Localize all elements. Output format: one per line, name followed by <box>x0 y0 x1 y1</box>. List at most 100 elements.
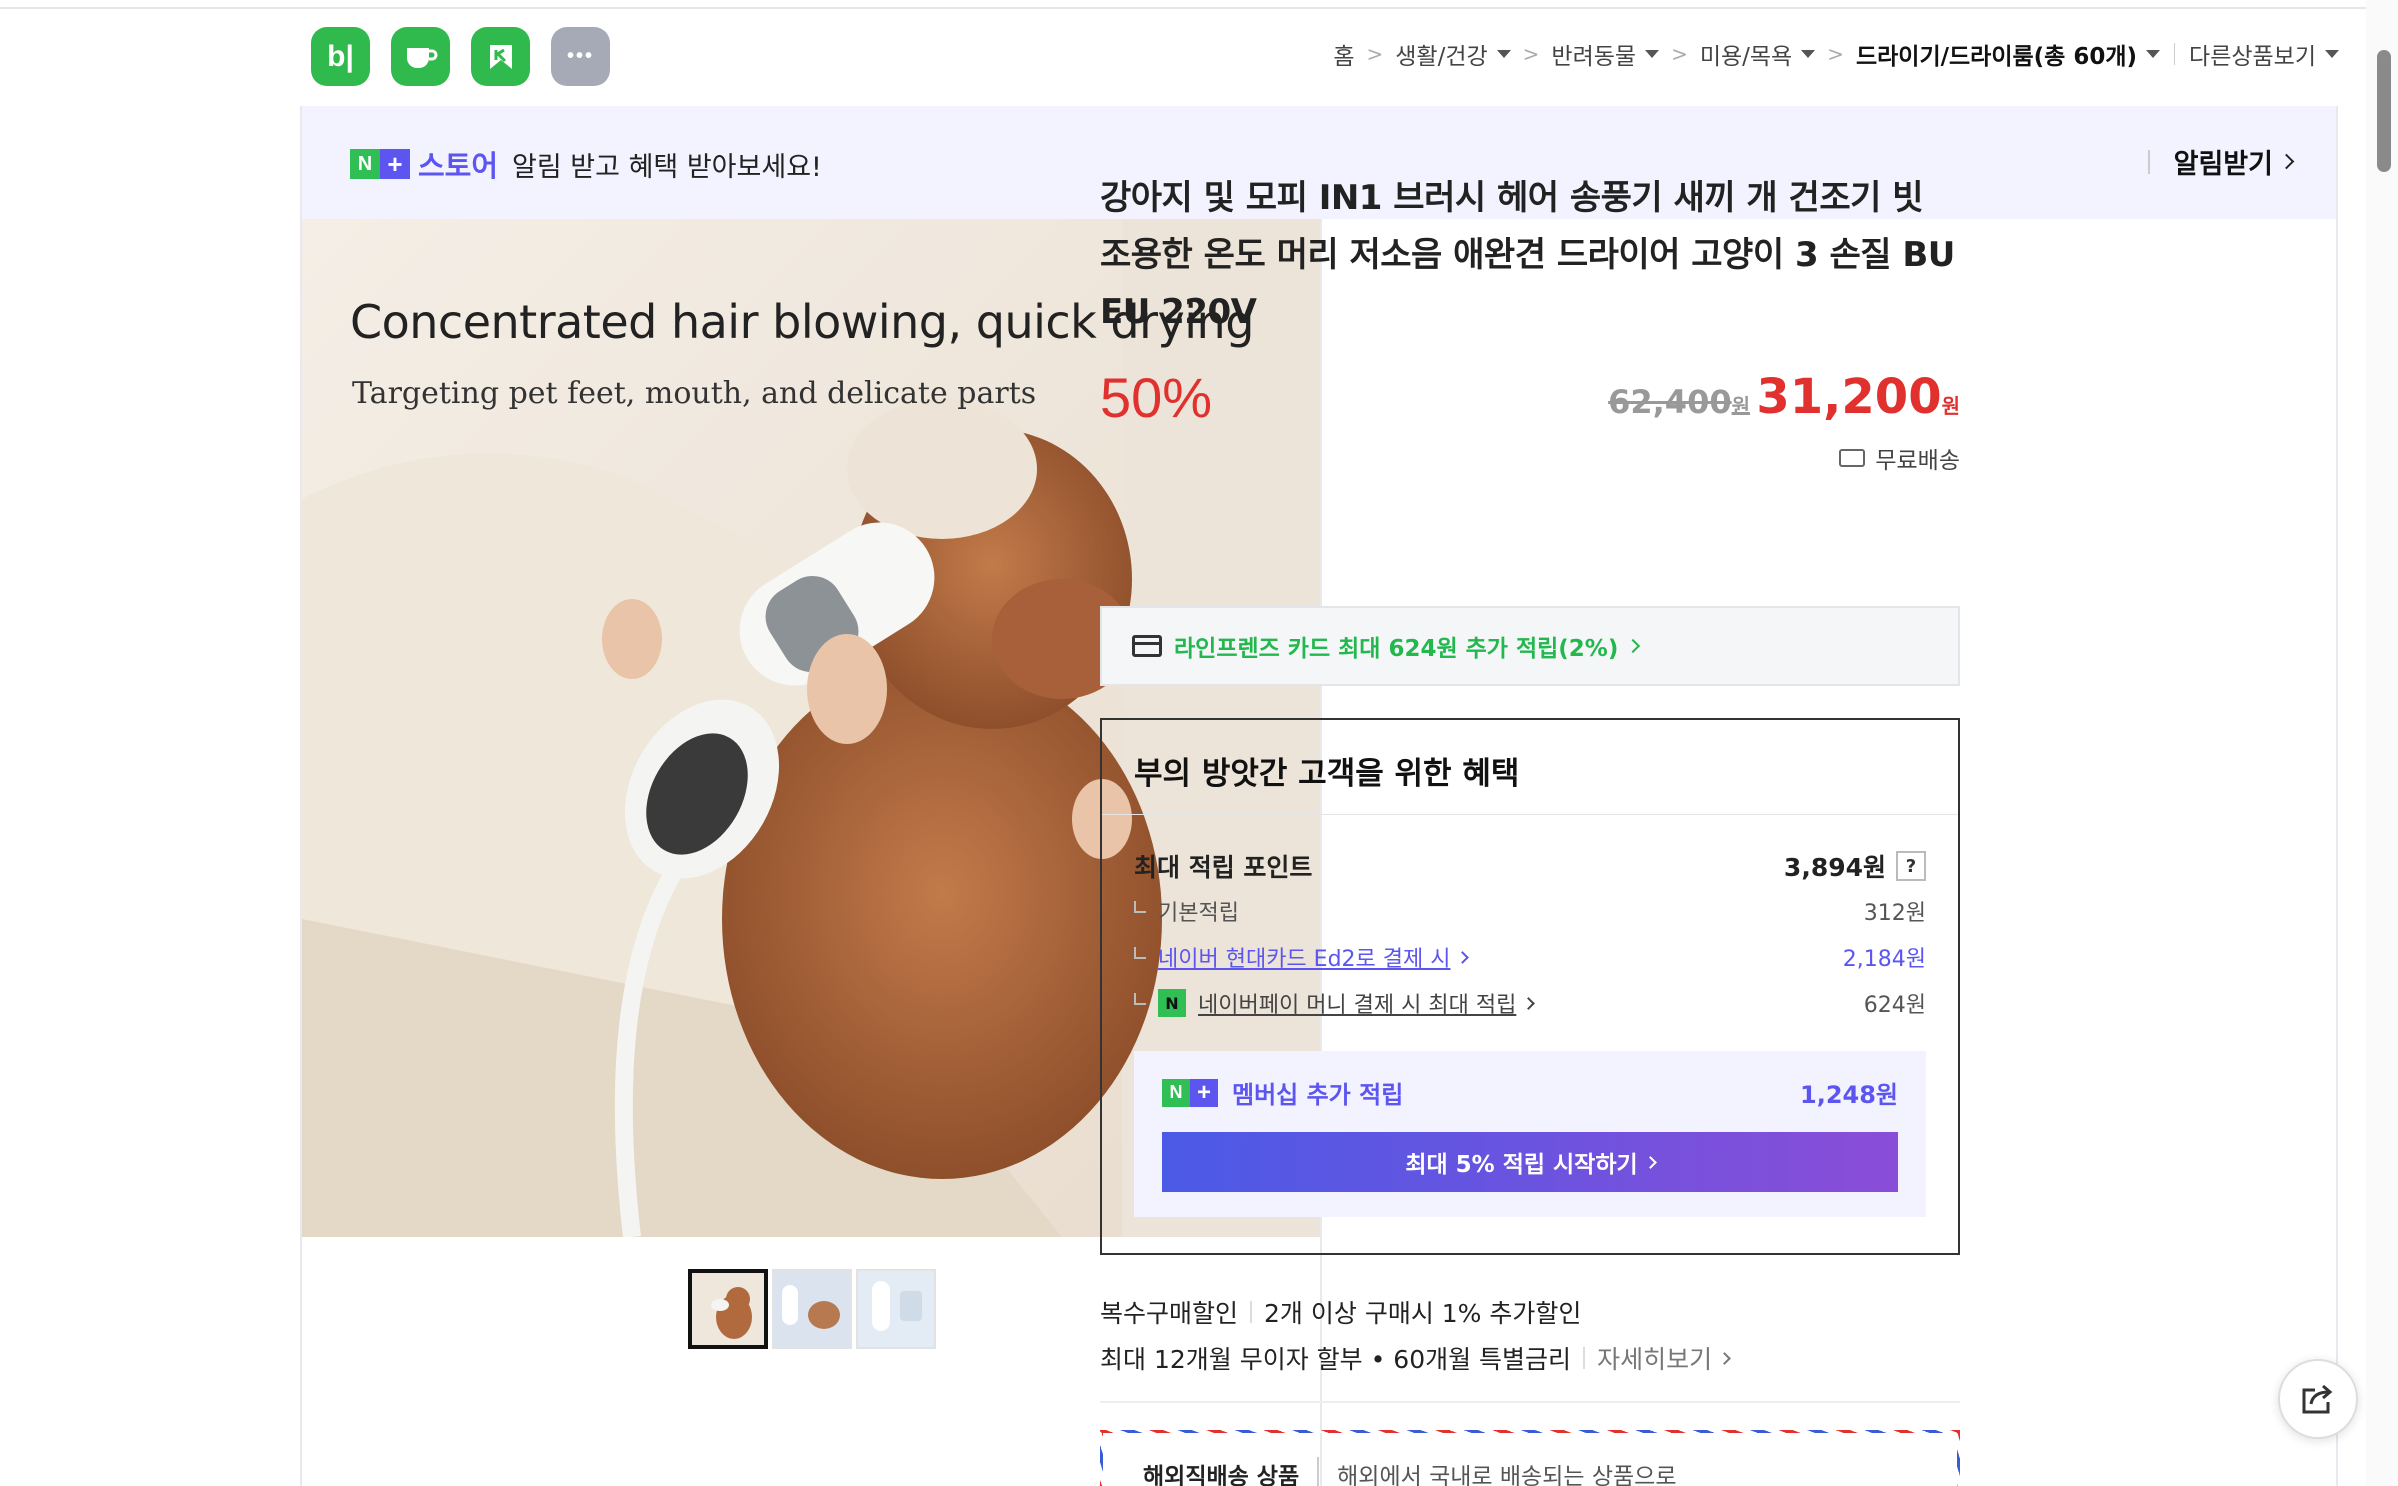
breadcrumb-home-label: 홈 <box>1333 44 1355 70</box>
breadcrumb-label: 생활/건강 <box>1395 44 1488 70</box>
thumbnail-3[interactable] <box>856 1269 936 1349</box>
top-border <box>0 0 2398 9</box>
npay-points-row: N 네이버페이 머니 결제 시 최대 적립 624원 <box>1134 987 1926 1019</box>
shipping-label: 무료배송 <box>1875 448 1960 474</box>
caret-down-icon <box>2325 50 2339 58</box>
breadcrumb-category-2[interactable]: 반려동물 <box>1551 37 1660 71</box>
divider <box>1583 1347 1586 1369</box>
basic-points-label: 기본적립 <box>1158 901 1239 926</box>
overseas-desc: 해외에서 국내로 배송되는 상품으로 <box>1317 1457 1676 1486</box>
banner-message: 알림 받고 혜택 받아보세요! <box>512 151 822 183</box>
subscribe-alert-label: 알림받기 <box>2173 149 2273 180</box>
benefit-title: 부의 방앗간 고객을 위한 혜택 <box>1102 720 1958 815</box>
price-row: 50% 62,400원 31,200원 무료배송 <box>1100 365 1960 474</box>
other-products-label: 다른상품보기 <box>2189 44 2316 70</box>
help-icon[interactable]: ? <box>1896 851 1926 881</box>
page-scrollbar[interactable] <box>2366 0 2398 1486</box>
chevron-right-icon: > <box>1522 42 1540 66</box>
breadcrumb-home[interactable]: 홈 <box>1333 37 1354 71</box>
multi-buy-row: 복수구매할인 2개 이상 구매시 1% 추가할인 <box>1100 1289 1960 1335</box>
max-points-value: 3,894원 <box>1783 853 1886 882</box>
installment-label: 최대 12개월 무이자 할부 • 60개월 특별금리 <box>1100 1345 1572 1374</box>
thumbnail-1[interactable] <box>688 1269 768 1349</box>
membership-value: 1,248원 <box>1800 1081 1898 1109</box>
discount-rate: 50% <box>1100 366 1213 429</box>
caret-down-icon <box>1645 50 1660 58</box>
currency: 원 <box>1941 394 1960 418</box>
extra-benefits: 복수구매할인 2개 이상 구매시 1% 추가할인 최대 12개월 무이자 할부 … <box>1100 1289 1960 1381</box>
breadcrumb-label: 반려동물 <box>1551 44 1637 70</box>
membership-box: N + 멤버십 추가 적립 1,248원 최대 5% 적립 시작하기 <box>1134 1051 1926 1217</box>
overseas-label: 해외직배송 상품 <box>1143 1464 1300 1486</box>
card-promo-label: 라인프렌즈 카드 최대 624원 추가 적립(2%) <box>1174 636 1619 662</box>
npay-points-link[interactable]: 네이버페이 머니 결제 시 최대 적립 <box>1198 987 1516 1019</box>
divider <box>1250 1301 1253 1323</box>
share-button[interactable] <box>2278 1359 2358 1439</box>
card-points-link[interactable]: 네이버 현대카드 Ed2로 결제 시 <box>1158 941 1450 973</box>
nplus-store-logo: N + 스토어 알림 받고 혜택 받아보세요! <box>350 143 822 185</box>
thumbnail-strip <box>688 1269 936 1349</box>
thumbnail-2[interactable] <box>772 1269 852 1349</box>
npay-points-value: 624원 <box>1863 993 1926 1018</box>
membership-row: N + 멤버십 추가 적립 1,248원 <box>1162 1075 1898 1110</box>
tree-branch-icon <box>1134 993 1146 1005</box>
chevron-right-icon: > <box>1366 42 1384 66</box>
divider <box>1100 1401 1960 1403</box>
divider <box>2174 43 2176 65</box>
chevron-right-icon <box>1626 638 1641 654</box>
caret-down-icon <box>1801 50 1816 58</box>
chevron-right-icon: > <box>1671 42 1688 66</box>
blog-icon[interactable]: b| <box>311 27 370 86</box>
currency: 원 <box>1731 394 1750 418</box>
multi-buy-value: 2개 이상 구매시 1% 추가할인 <box>1264 1299 1582 1328</box>
card-points-value: 2,184원 <box>1842 947 1926 972</box>
other-products-dropdown[interactable]: 다른상품보기 <box>2189 37 2339 71</box>
basic-points-value: 312원 <box>1863 901 1926 926</box>
breadcrumb-category-1[interactable]: 생활/건강 <box>1395 37 1511 71</box>
truck-icon <box>1839 449 1866 467</box>
product-info: 강아지 및 모피 IN1 브러시 헤어 송풍기 새끼 개 건조기 빗 조용한 온… <box>1100 170 1960 1486</box>
max-points-row: 최대 적립 포인트 3,894원 ? <box>1134 848 1926 884</box>
breadcrumb-label: 드라이기/드라이룸(총 60개) <box>1855 44 2138 70</box>
product-title: 강아지 및 모피 IN1 브러시 헤어 송풍기 새끼 개 건조기 빗 조용한 온… <box>1100 178 1955 332</box>
naver-n-icon: N <box>350 149 380 179</box>
caret-down-icon <box>1496 50 1511 58</box>
tree-branch-icon <box>1134 947 1146 959</box>
caret-down-icon <box>2146 50 2161 58</box>
subscribe-alert-button[interactable]: 알림받기 <box>2147 142 2295 181</box>
store-label: 스토어 <box>418 149 499 183</box>
kin-icon[interactable] <box>471 27 530 86</box>
benefit-box: 부의 방앗간 고객을 위한 혜택 최대 적립 포인트 3,894원 ? 기본적립… <box>1100 718 1960 1255</box>
share-icon <box>2302 1384 2333 1414</box>
tree-branch-icon <box>1134 901 1146 913</box>
breadcrumb-label: 미용/목욕 <box>1699 44 1793 70</box>
chevron-right-icon: > <box>1827 42 1844 66</box>
service-icons: b| ••• <box>311 27 610 86</box>
card-promo[interactable]: 라인프렌즈 카드 최대 624원 추가 적립(2%) <box>1100 606 1960 686</box>
original-price-value: 62,400 <box>1608 383 1732 421</box>
chevron-right-icon <box>1643 1155 1657 1169</box>
membership-label: 멤버십 추가 적립 <box>1232 1081 1404 1109</box>
scrollbar-thumb[interactable] <box>2377 50 2391 172</box>
more-icon[interactable]: ••• <box>551 27 610 86</box>
shipping-info: 무료배송 <box>1839 441 1960 475</box>
plus-icon: + <box>380 149 410 179</box>
npay-icon: N <box>1158 989 1186 1017</box>
credit-card-icon <box>1132 635 1162 657</box>
nplus-icon: N + <box>1162 1078 1218 1107</box>
membership-start-button[interactable]: 최대 5% 적립 시작하기 <box>1162 1132 1898 1192</box>
installment-row: 최대 12개월 무이자 할부 • 60개월 특별금리 자세히보기 <box>1100 1335 1960 1381</box>
sale-price: 31,200원 <box>1756 369 1960 425</box>
breadcrumb: 홈 > 생활/건강 > 반려동물 > 미용/목욕 > 드라이기/드라이룸(총 6… <box>1333 37 2339 71</box>
overseas-shipping-notice: 해외직배송 상품 해외에서 국내로 배송되는 상품으로 <box>1100 1430 1960 1486</box>
details-link[interactable]: 자세히보기 <box>1597 1340 1731 1376</box>
membership-start-label: 최대 5% 적립 시작하기 <box>1405 1152 1638 1178</box>
breadcrumb-category-4[interactable]: 드라이기/드라이룸(총 60개) <box>1855 37 2161 71</box>
sale-price-value: 31,200 <box>1756 369 1942 425</box>
breadcrumb-category-3[interactable]: 미용/목욕 <box>1699 37 1816 71</box>
cafe-icon[interactable] <box>391 27 450 86</box>
chevron-right-icon <box>1456 950 1470 964</box>
chevron-right-icon <box>1718 1351 1731 1365</box>
original-price: 62,400원 <box>1608 383 1750 421</box>
max-points-label: 최대 적립 포인트 <box>1134 853 1313 882</box>
